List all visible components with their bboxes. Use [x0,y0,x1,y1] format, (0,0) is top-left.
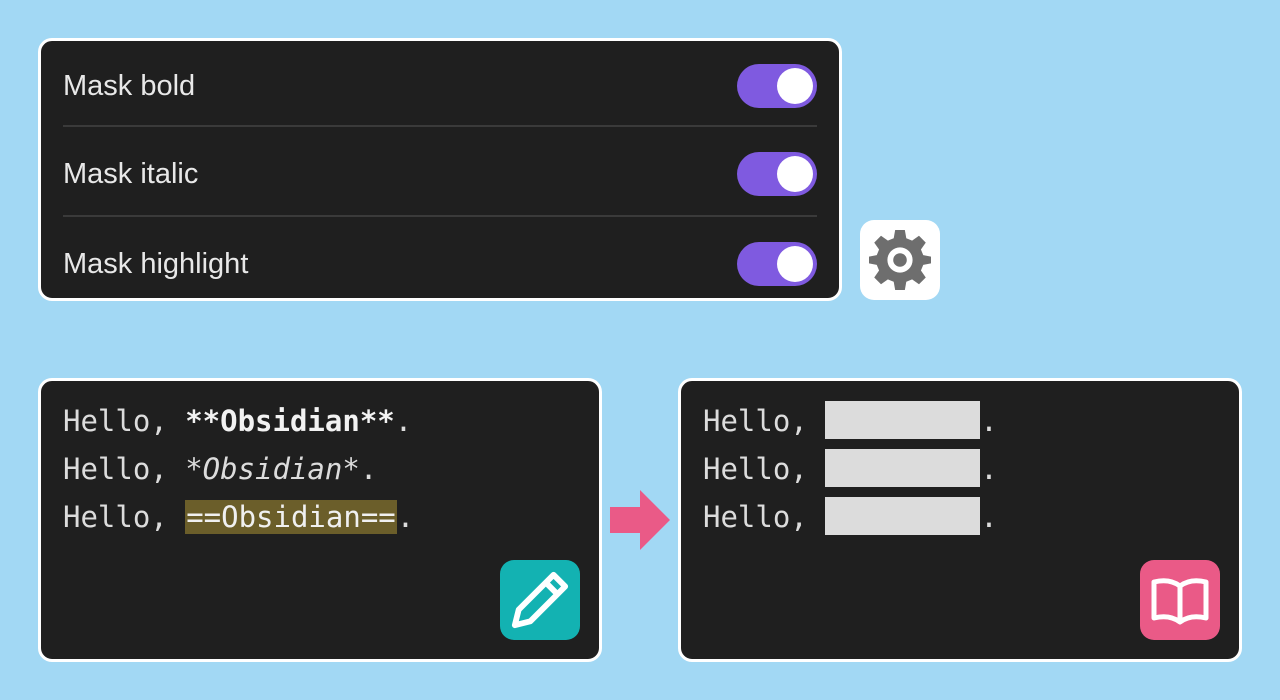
preview-line: Hello, . [703,449,998,489]
gear-icon [869,229,931,291]
highlight-markup: ==Obsidian== [185,500,397,534]
setting-mask-bold: Mask bold [63,41,817,131]
italic-markup: *Obsidian* [185,452,360,486]
line-suffix: . [396,500,415,534]
arrow-shape [610,490,670,550]
line-prefix: Hello, [703,500,826,534]
editor-line-italic: Hello, *Obsidian*. [63,449,377,489]
toggle-knob [777,246,813,282]
settings-panel: Mask bold Mask italic Mask highlight [38,38,842,301]
mask-bold-toggle[interactable] [737,64,817,108]
line-suffix: . [980,452,998,486]
setting-label: Mask bold [63,69,196,102]
mask-highlight-toggle[interactable] [737,242,817,286]
book-open-icon [1151,578,1209,625]
toggle-knob [777,156,813,192]
line-suffix: . [359,452,378,486]
preview-line: Hello, . [703,497,998,537]
editor-line-bold: Hello, **Obsidian**. [63,401,412,441]
line-prefix: Hello, [703,404,826,438]
divider [63,125,817,127]
divider [63,215,817,217]
toggle-knob [777,68,813,104]
pencil-icon [511,571,569,629]
editor-line-highlight: Hello, ==Obsidian==. [63,497,414,537]
mask-italic-toggle[interactable] [737,152,817,196]
edit-badge [500,560,580,640]
arrow-right-icon [610,490,670,550]
setting-mask-highlight: Mask highlight [63,219,817,309]
masked-text [825,401,981,439]
line-suffix: . [980,500,998,534]
settings-badge [860,220,940,300]
preview-line: Hello, . [703,401,998,441]
line-prefix: Hello, [63,500,186,534]
line-prefix: Hello, [63,452,186,486]
bold-markup: **Obsidian** [185,404,395,438]
line-prefix: Hello, [703,452,826,486]
masked-text [825,449,981,487]
masked-text [825,497,981,535]
setting-mask-italic: Mask italic [63,129,817,219]
setting-label: Mask italic [63,157,199,190]
line-prefix: Hello, [63,404,186,438]
line-suffix: . [980,404,998,438]
line-suffix: . [394,404,413,438]
reading-badge [1140,560,1220,640]
setting-label: Mask highlight [63,247,249,280]
